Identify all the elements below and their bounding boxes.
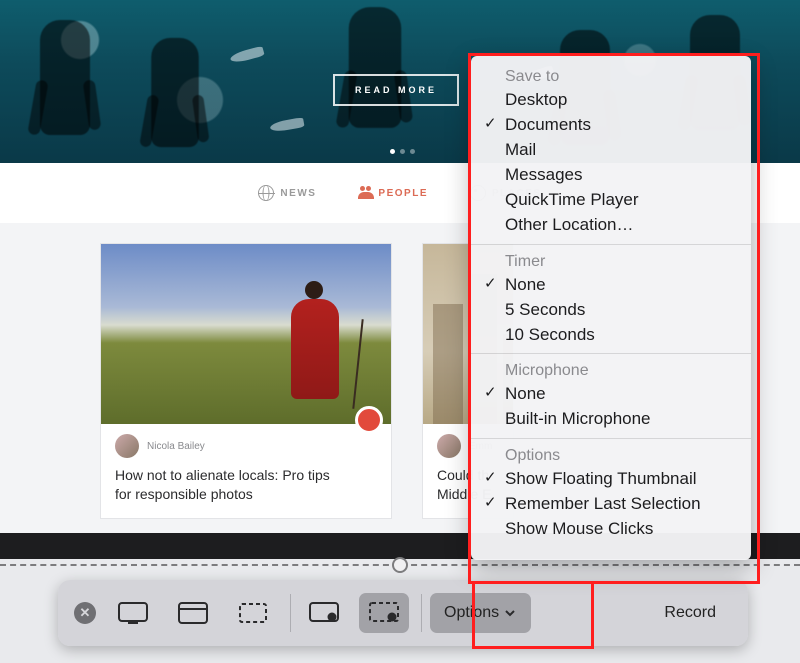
menu-item-quicktime[interactable]: QuickTime Player xyxy=(471,188,751,213)
record-selection-button[interactable] xyxy=(359,593,409,633)
menu-item-other-location[interactable]: Other Location… xyxy=(471,213,751,238)
screen-icon xyxy=(116,600,150,626)
menu-item-mail[interactable]: Mail xyxy=(471,138,751,163)
read-more-button[interactable]: READ MORE xyxy=(333,74,459,106)
tab-label: PEOPLE xyxy=(378,188,428,199)
record-entire-screen-button[interactable] xyxy=(299,593,349,633)
menu-header-save-to: Save to xyxy=(471,68,751,88)
record-label: Record xyxy=(664,604,716,622)
tab-news[interactable]: NEWS xyxy=(258,185,316,201)
menu-header-microphone: Microphone xyxy=(471,362,751,382)
toolbar-separator xyxy=(421,594,422,632)
menu-header-options: Options xyxy=(471,447,751,467)
menu-item-timer-10s[interactable]: 10 Seconds xyxy=(471,323,751,348)
menu-item-messages[interactable]: Messages xyxy=(471,163,751,188)
chevron-down-icon xyxy=(503,606,517,620)
window-icon xyxy=(176,600,210,626)
selection-icon xyxy=(236,600,270,626)
close-icon: ✕ xyxy=(80,605,91,621)
tab-label: NEWS xyxy=(280,188,316,199)
options-menu: Save to Desktop Documents Mail Messages … xyxy=(471,56,751,560)
menu-header-timer: Timer xyxy=(471,253,751,273)
hero-fish xyxy=(229,46,264,64)
author-name: Nicola Bailey xyxy=(147,441,205,452)
screen-record-icon xyxy=(307,600,341,626)
menu-item-floating-thumbnail[interactable]: Show Floating Thumbnail xyxy=(471,467,751,492)
capture-window-button[interactable] xyxy=(168,593,218,633)
avatar xyxy=(437,434,461,458)
options-label: Options xyxy=(444,604,499,622)
crop-handle-icon[interactable] xyxy=(392,557,408,573)
hero-figure xyxy=(40,20,90,135)
globe-icon xyxy=(258,185,274,201)
menu-item-timer-5s[interactable]: 5 Seconds xyxy=(471,298,751,323)
close-button[interactable]: ✕ xyxy=(74,602,96,624)
hero-pager[interactable] xyxy=(390,149,415,154)
hero-fish xyxy=(269,117,304,133)
capture-entire-screen-button[interactable] xyxy=(108,593,158,633)
hero-figure xyxy=(349,7,402,128)
menu-item-remember-selection[interactable]: Remember Last Selection xyxy=(471,492,751,517)
menu-item-mic-none[interactable]: None xyxy=(471,382,751,407)
people-icon xyxy=(358,186,372,200)
avatar xyxy=(115,434,139,458)
card-image xyxy=(101,244,391,424)
menu-item-mic-builtin[interactable]: Built-in Microphone xyxy=(471,407,751,432)
options-button[interactable]: Options xyxy=(430,593,531,633)
card-title: How not to alienate locals: Pro tips for… xyxy=(115,466,377,504)
menu-item-documents[interactable]: Documents xyxy=(471,113,751,138)
toolbar-separator xyxy=(290,594,291,632)
menu-item-desktop[interactable]: Desktop xyxy=(471,88,751,113)
record-button[interactable]: Record xyxy=(648,593,732,633)
card-badge-icon xyxy=(355,406,383,434)
menu-item-timer-none[interactable]: None xyxy=(471,273,751,298)
feed-card[interactable]: Nicola Bailey How not to alienate locals… xyxy=(100,243,392,519)
tab-people[interactable]: PEOPLE xyxy=(358,186,428,200)
selection-record-icon xyxy=(367,600,401,626)
screenshot-toolbar: ✕ xyxy=(58,580,748,646)
menu-item-show-mouse-clicks[interactable]: Show Mouse Clicks xyxy=(471,517,751,542)
capture-selection-button[interactable] xyxy=(228,593,278,633)
hero-figure xyxy=(151,38,199,147)
